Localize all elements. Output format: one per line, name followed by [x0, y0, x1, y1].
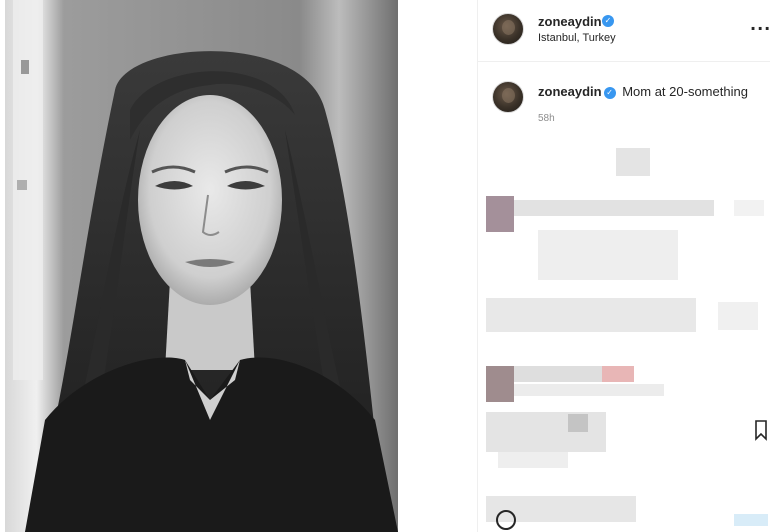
blurred-block: [734, 514, 768, 526]
verified-badge-icon: ✓: [602, 15, 614, 27]
post-timestamp[interactable]: 58h: [538, 113, 555, 124]
emoji-icon[interactable]: [496, 510, 516, 530]
blurred-block: [486, 412, 606, 452]
blurred-block: [486, 366, 514, 402]
caption-username[interactable]: zoneaydin: [538, 84, 602, 99]
caption-avatar[interactable]: [492, 81, 524, 113]
caption-row: zoneaydin ✓ Mom at 20-something 58h: [478, 62, 770, 134]
caption-body: Mom at 20-something: [622, 84, 748, 99]
blurred-block: [486, 196, 514, 232]
blurred-block: [514, 366, 602, 382]
verified-badge-icon: ✓: [603, 87, 616, 99]
blurred-block: [486, 298, 696, 332]
caption-text: zoneaydin ✓ Mom at 20-something: [538, 84, 748, 99]
post-photo[interactable]: [5, 0, 398, 532]
portrait-image: [5, 0, 398, 532]
blurred-block: [538, 230, 678, 280]
author-username[interactable]: zoneaydin: [538, 14, 602, 29]
blurred-block: [616, 148, 650, 176]
blurred-block: [498, 452, 568, 468]
blurred-block: [734, 200, 764, 216]
blurred-block: [718, 302, 758, 330]
post-location[interactable]: Istanbul, Turkey: [538, 32, 616, 44]
post-header: zoneaydin ✓ Istanbul, Turkey ···: [478, 0, 770, 62]
blurred-block: [514, 384, 664, 396]
blurred-block: [602, 366, 634, 382]
blurred-block: [514, 200, 714, 216]
more-options-icon[interactable]: ···: [750, 19, 770, 38]
blurred-block: [568, 414, 588, 432]
post-image-pane: [0, 0, 402, 532]
bookmark-icon[interactable]: [754, 419, 768, 441]
avatar[interactable]: [492, 13, 524, 45]
post-details-panel: zoneaydin ✓ Istanbul, Turkey ··· zoneayd…: [477, 0, 770, 532]
